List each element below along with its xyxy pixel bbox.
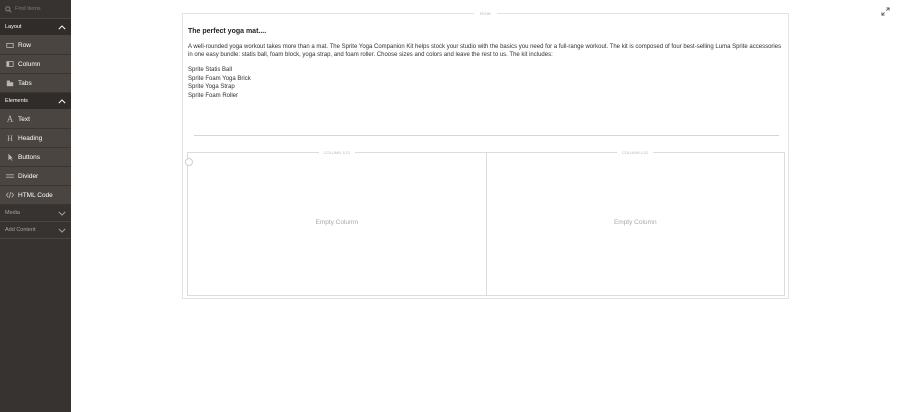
sidebar-item-heading[interactable]: H Heading — [0, 129, 71, 148]
list-item: Sprite Yoga Strap — [188, 84, 235, 91]
panel-sidebar: Layout Row Column Tabs Elements A Text H… — [0, 0, 71, 412]
sidebar-item-html-code[interactable]: HTML Code — [0, 186, 71, 205]
content-paragraph: A well-rounded yoga workout takes more t… — [188, 44, 782, 58]
chevron-up-icon — [58, 98, 66, 103]
group-elements-header[interactable]: Elements — [0, 93, 71, 110]
search-bar — [0, 0, 71, 19]
content-divider[interactable] — [194, 135, 779, 136]
search-input[interactable] — [15, 6, 70, 12]
sidebar-item-label: Column — [18, 60, 41, 68]
sidebar-item-label: Text — [18, 115, 30, 123]
sidebar-item-label: Heading — [18, 134, 43, 142]
divider-icon — [5, 171, 15, 181]
empty-column-text: Empty Column — [613, 219, 657, 226]
text-icon: A — [6, 114, 14, 124]
text-block[interactable]: The perfect yoga mat.... A well-rounded … — [188, 28, 785, 101]
list-item: Sprite Foam Roller — [188, 92, 239, 99]
sidebar-item-tabs[interactable]: Tabs — [0, 74, 71, 93]
column-right[interactable]: COLUMN 1/12 Empty Column — [486, 150, 785, 296]
sidebar-item-row[interactable]: Row — [0, 36, 71, 55]
column-icon — [5, 59, 15, 69]
list-item: Sprite Foam Yoga Brick — [188, 75, 251, 82]
buttons-icon — [5, 152, 15, 162]
sidebar-item-label: Buttons — [18, 153, 41, 161]
column-left[interactable]: COLUMN 1/12 Empty Column — [185, 150, 487, 296]
content-heading: The perfect yoga mat.... — [188, 28, 267, 35]
column-label: COLUMN 1/12 — [188, 150, 486, 155]
group-media-header[interactable]: Media — [0, 205, 71, 222]
sidebar-item-label: Row — [18, 41, 32, 49]
sidebar-item-divider[interactable]: Divider — [0, 167, 71, 186]
column-label: COLUMN 1/12 — [487, 150, 785, 155]
sidebar-item-label: HTML Code — [18, 191, 53, 199]
chevron-down-icon — [58, 211, 66, 216]
chevron-up-icon — [58, 24, 66, 29]
empty-column-text: Empty Column — [315, 219, 359, 226]
list-item: Sprite Statis Ball — [188, 67, 233, 74]
group-layout-label: Layout — [5, 24, 22, 30]
sidebar-item-text[interactable]: A Text — [0, 110, 71, 129]
sidebar-item-buttons[interactable]: Buttons — [0, 148, 71, 167]
group-layout-header[interactable]: Layout — [0, 19, 71, 36]
row-icon — [5, 40, 15, 50]
fullscreen-icon[interactable] — [881, 7, 890, 16]
column-group: COLUMN 1/12 Empty Column COLUMN 1/12 Emp… — [185, 150, 785, 296]
sidebar-item-column[interactable]: Column — [0, 55, 71, 74]
column-resize-handle[interactable] — [185, 158, 193, 166]
tabs-icon — [5, 78, 15, 88]
heading-icon: H — [7, 133, 13, 143]
group-elements-label: Elements — [5, 98, 28, 104]
row-container[interactable]: ROW The perfect yoga mat.... A well-roun… — [182, 11, 789, 299]
group-add-content-label: Add Content — [5, 227, 36, 233]
group-media-label: Media — [5, 210, 20, 216]
html-code-icon — [5, 190, 15, 200]
row-label: ROW — [183, 11, 788, 16]
sidebar-item-label: Divider — [18, 172, 39, 180]
group-add-content-header[interactable]: Add Content — [0, 222, 71, 239]
search-icon — [5, 5, 12, 13]
chevron-down-icon — [58, 228, 66, 233]
sidebar-item-label: Tabs — [18, 79, 32, 87]
